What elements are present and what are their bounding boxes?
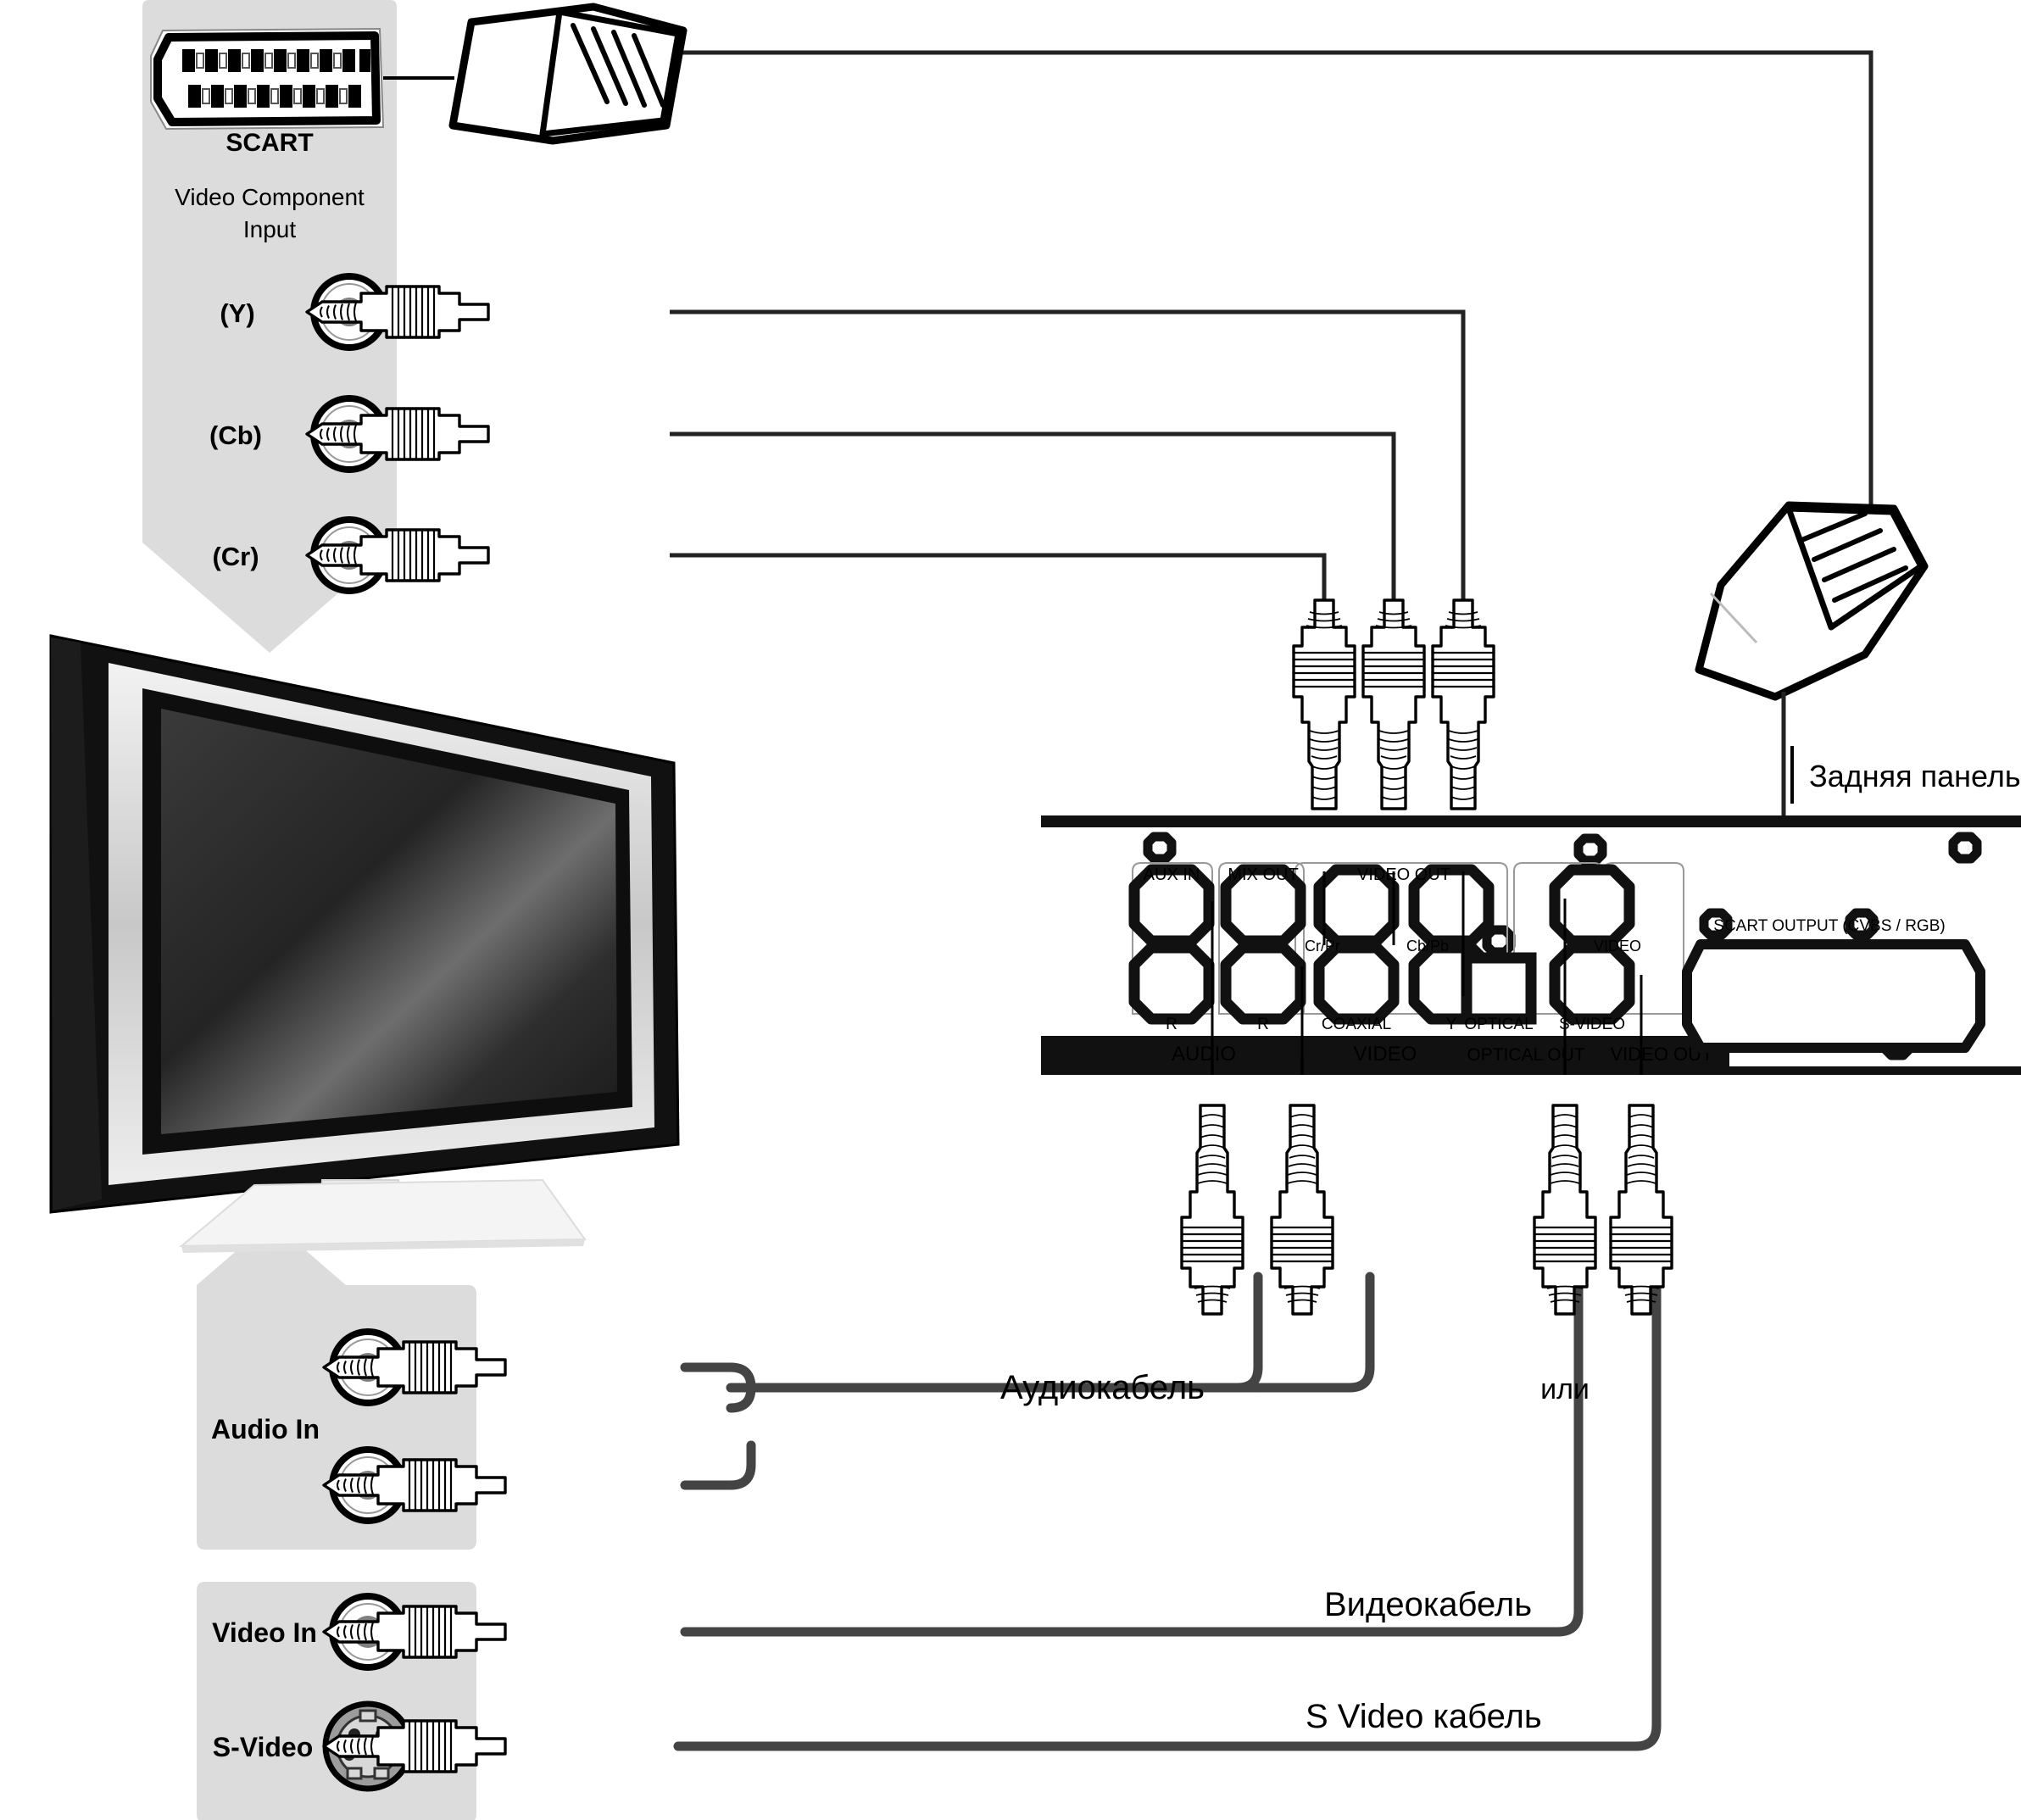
component-input-title-line1: Video Component [175, 184, 365, 210]
component-cb-label: (Cb) [209, 420, 262, 450]
component-cr-label: (Cr) [212, 542, 259, 571]
rca-plug-component-cr-end [1292, 598, 1356, 810]
svideo-label: S-Video [213, 1732, 314, 1762]
panel-screw-2 [1578, 838, 1602, 860]
label-optical: OPTICAL [1464, 1016, 1533, 1033]
rear-panel-caption: Задняя панель [1809, 759, 2021, 793]
video-in-label: Video In [212, 1617, 317, 1648]
scart-plug-top [383, 3, 688, 145]
label-mix-out-r: R [1257, 1016, 1269, 1033]
label-aux-in-r: R [1166, 1016, 1178, 1033]
label-coaxial: COAXIAL [1322, 1016, 1391, 1033]
rca-plug-svideo-out [1609, 1104, 1673, 1316]
rca-plug-component-cb-end [1361, 598, 1426, 810]
label-mix-out: MIX OUT [1228, 865, 1298, 884]
panel-screw-1 [1148, 837, 1172, 859]
socket-coaxial[interactable] [1319, 948, 1394, 1019]
label-s-video: S-VIDEO [1559, 1016, 1625, 1033]
svg-text:VIDEO: VIDEO [1354, 1043, 1417, 1066]
scart-output-socket[interactable] [1682, 939, 1985, 1053]
socket-optical[interactable] [1461, 952, 1537, 1025]
label-cr-pr: Cr/Pr [1305, 938, 1340, 955]
scart-label: SCART [225, 129, 313, 157]
diagram-canvas: SCART Video Component Input (Y) (Cb) (Cr… [0, 0, 2021, 1820]
component-input-title-line2: Input [243, 216, 296, 242]
rca-plug-audio-out-1 [1180, 1104, 1244, 1316]
panel-screw-3 [1953, 837, 1977, 859]
socket-aux-in-r[interactable] [1134, 948, 1209, 1019]
label-cb-pb: Cb/Pb [1406, 938, 1449, 955]
scart-socket [150, 27, 385, 131]
svg-text:AUDIO: AUDIO [1172, 1043, 1236, 1066]
tv-set [49, 634, 680, 1253]
audio-in-label: Audio In [211, 1414, 320, 1444]
label-aux-in: AUX IN [1144, 865, 1200, 884]
svideo-cable-label: S Video кабель [1306, 1698, 1542, 1735]
component-y-label: (Y) [220, 298, 254, 328]
rca-plug-video-out [1533, 1104, 1597, 1316]
label-y: Y [1446, 1016, 1457, 1033]
bottom-bar-optical-out: OPTICAL OUT [1458, 1036, 1594, 1070]
socket-mix-out-r[interactable] [1226, 948, 1300, 1019]
video-cable-label: Видеокабель [1324, 1586, 1532, 1623]
audio-cable-label: Аудиокабель [1000, 1369, 1205, 1406]
svg-text:OPTICAL OUT: OPTICAL OUT [1467, 1045, 1584, 1065]
rca-plug-component-y-end [1431, 598, 1495, 810]
or-label: или [1540, 1373, 1590, 1405]
label-video-mid: VIDEO [1594, 938, 1641, 955]
rca-plug-audio-out-2 [1270, 1104, 1334, 1316]
scart-output-label: SCART OUTPUT (CVBS / RGB) [1713, 917, 1945, 935]
bottom-bar-audio: AUDIO [1041, 1036, 1306, 1070]
label-video-out-top: VIDEO OUT [1357, 865, 1450, 884]
bottom-bar-video: VIDEO [1306, 1036, 1458, 1070]
